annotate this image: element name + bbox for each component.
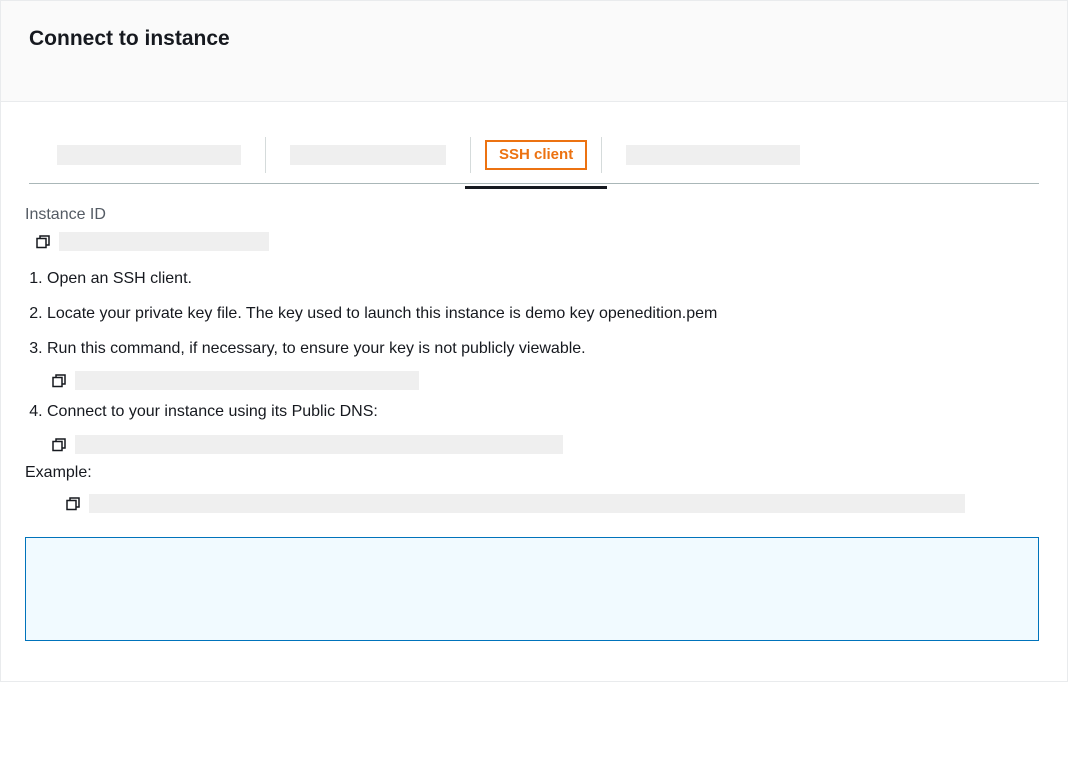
step-3-text: Run this command, if necessary, to ensur…: [47, 340, 586, 357]
public-dns-redacted: [75, 435, 563, 454]
step-1-text: Open an SSH client.: [47, 270, 192, 287]
step-4-text: Connect to your instance using its Publi…: [47, 403, 378, 420]
copy-icon[interactable]: [65, 496, 81, 512]
tab-placeholder-label: [57, 145, 241, 165]
step-2-text: Locate your private key file. The key us…: [47, 305, 717, 322]
example-label: Example:: [25, 464, 1039, 482]
connect-to-instance-page: Connect to instance SSH client: [0, 0, 1068, 682]
step-3: Run this command, if necessary, to ensur…: [47, 337, 1039, 391]
step-3-command-row: [51, 371, 1039, 390]
step-2: Locate your private key file. The key us…: [47, 302, 1039, 327]
tab-ssh-client[interactable]: SSH client: [471, 131, 601, 179]
tab-placeholder-1[interactable]: [29, 131, 265, 179]
copy-icon[interactable]: [51, 437, 67, 453]
page-header: Connect to instance: [1, 1, 1067, 102]
instance-id-value-redacted: [59, 232, 269, 251]
example-command-row: [65, 494, 1039, 513]
instance-id-label: Instance ID: [25, 206, 1039, 224]
step-4-dns-row: [51, 435, 1039, 454]
content-area: SSH client Instance ID: [1, 102, 1067, 681]
chmod-command-redacted: [75, 371, 419, 390]
active-tab-underline: [465, 186, 607, 189]
instance-id-row: [35, 232, 1039, 251]
tab-placeholder-3[interactable]: [602, 131, 824, 179]
steps-list: Open an SSH client. Locate your private …: [25, 267, 1039, 454]
copy-icon[interactable]: [35, 234, 51, 250]
tabs: SSH client: [29, 126, 1039, 184]
step-4: Connect to your instance using its Publi…: [47, 400, 1039, 454]
tab-ssh-client-label: SSH client: [485, 140, 587, 170]
tabs-container: SSH client: [1, 102, 1067, 184]
tab-placeholder-label: [290, 145, 446, 165]
example-command-redacted: [89, 494, 965, 513]
tab-placeholder-2[interactable]: [266, 131, 470, 179]
page-title: Connect to instance: [29, 27, 1039, 51]
info-icon: [44, 558, 62, 576]
step-1: Open an SSH client.: [47, 267, 1039, 292]
copy-icon[interactable]: [51, 373, 67, 389]
tab-placeholder-label: [626, 145, 800, 165]
main-panel: Instance ID Open an SSH client. Locate y…: [1, 184, 1067, 681]
info-box: [25, 537, 1039, 641]
